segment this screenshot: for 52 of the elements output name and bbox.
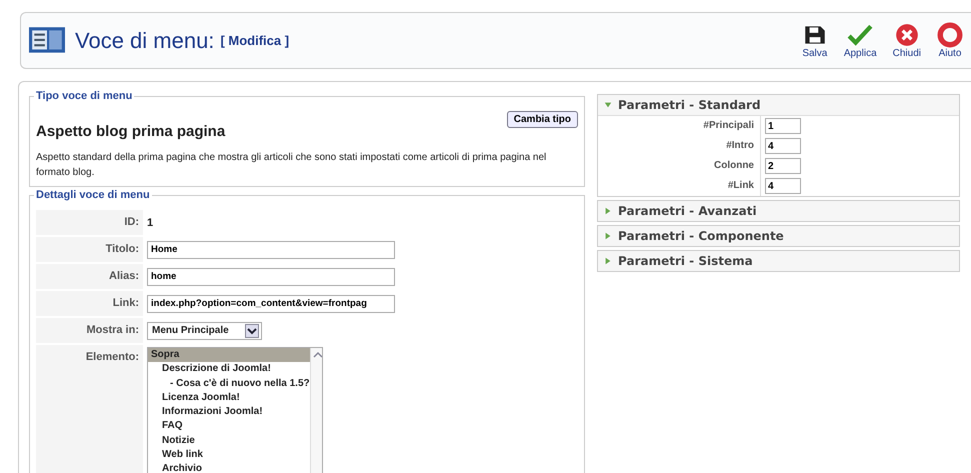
page-title: Voce di menu:: [75, 28, 214, 54]
field-label: Alias:: [36, 264, 143, 289]
menu-type-heading: Aspetto blog prima pagina: [36, 123, 226, 140]
field-label: Elemento:: [36, 345, 143, 473]
triangle-icon: [604, 101, 612, 109]
accordion-header[interactable]: Parametri - Sistema: [598, 251, 959, 271]
list-option[interactable]: Informazioni Joomla!: [148, 405, 310, 420]
triangle-icon: [604, 232, 612, 240]
param-label: Colonne: [598, 156, 761, 176]
checkmark-icon: [847, 22, 874, 48]
close-icon: [894, 22, 920, 48]
caret-icon: [244, 324, 259, 338]
param-label: #Principali: [598, 116, 761, 136]
menu-icon: [29, 26, 65, 54]
change-type-button[interactable]: Cambia tipo: [506, 111, 578, 128]
menu-dropdown[interactable]: Menu Principale: [147, 322, 262, 340]
menu-type-description: Aspetto standard della prima pagina che mostra gli articoli che sono stati impostati come articoli di prima pagina nel formato blog.: [36, 151, 548, 180]
input-field[interactable]: home: [147, 268, 395, 286]
page-subtitle: [ Modifica ]: [220, 33, 290, 48]
list-option[interactable]: Licenza Joomla!: [148, 390, 310, 406]
list-option[interactable]: - Cosa c'è di nuovo nella 1.5?: [148, 376, 310, 391]
field-label: Link:: [36, 291, 143, 316]
input-field[interactable]: 4: [765, 138, 801, 154]
accordion-header[interactable]: Parametri - Standard: [598, 95, 959, 115]
triangle-icon: [604, 257, 612, 265]
save-button[interactable]: Salva: [796, 22, 834, 59]
field-label: ID:: [36, 210, 143, 235]
input-field[interactable]: index.php?option=com_content&view=frontpag: [147, 294, 395, 312]
list-option[interactable]: Web link: [148, 448, 310, 462]
apply-button[interactable]: Applica: [838, 22, 883, 59]
param-label: #Link: [598, 176, 761, 196]
section-legend: Tipo voce di menu: [34, 90, 134, 102]
list-option[interactable]: Notizie: [148, 434, 310, 448]
list-option[interactable]: Archivio: [148, 462, 310, 473]
input-field[interactable]: Home: [147, 240, 395, 258]
triangle-icon: [604, 207, 612, 215]
input-field[interactable]: 4: [765, 178, 801, 194]
accordion-header[interactable]: Parametri - Avanzati: [598, 201, 959, 221]
param-label: #Intro: [598, 136, 761, 156]
parent-item-list[interactable]: Sopra Descrizione di Joomla! - Cosa c'è di nuovo nella 1.5? Licenza Joomla! Informazioni Joomla! FAQ Notizie Web link Archivio: [147, 347, 323, 473]
help-button[interactable]: Aiuto: [931, 22, 969, 59]
list-option[interactable]: FAQ: [148, 419, 310, 434]
accordion-header[interactable]: Parametri - Componente: [598, 226, 959, 246]
input-field[interactable]: 1: [765, 118, 801, 134]
list-option[interactable]: Sopra: [148, 348, 310, 362]
id-value: 1: [147, 216, 154, 230]
field-label: Titolo:: [36, 237, 143, 262]
section-legend: Dettagli voce di menu: [34, 189, 152, 201]
close-button[interactable]: Chiudi: [886, 22, 927, 59]
field-label: Mostra in:: [36, 318, 143, 343]
list-option[interactable]: Descrizione di Joomla!: [148, 362, 310, 377]
input-field[interactable]: 2: [765, 158, 801, 174]
